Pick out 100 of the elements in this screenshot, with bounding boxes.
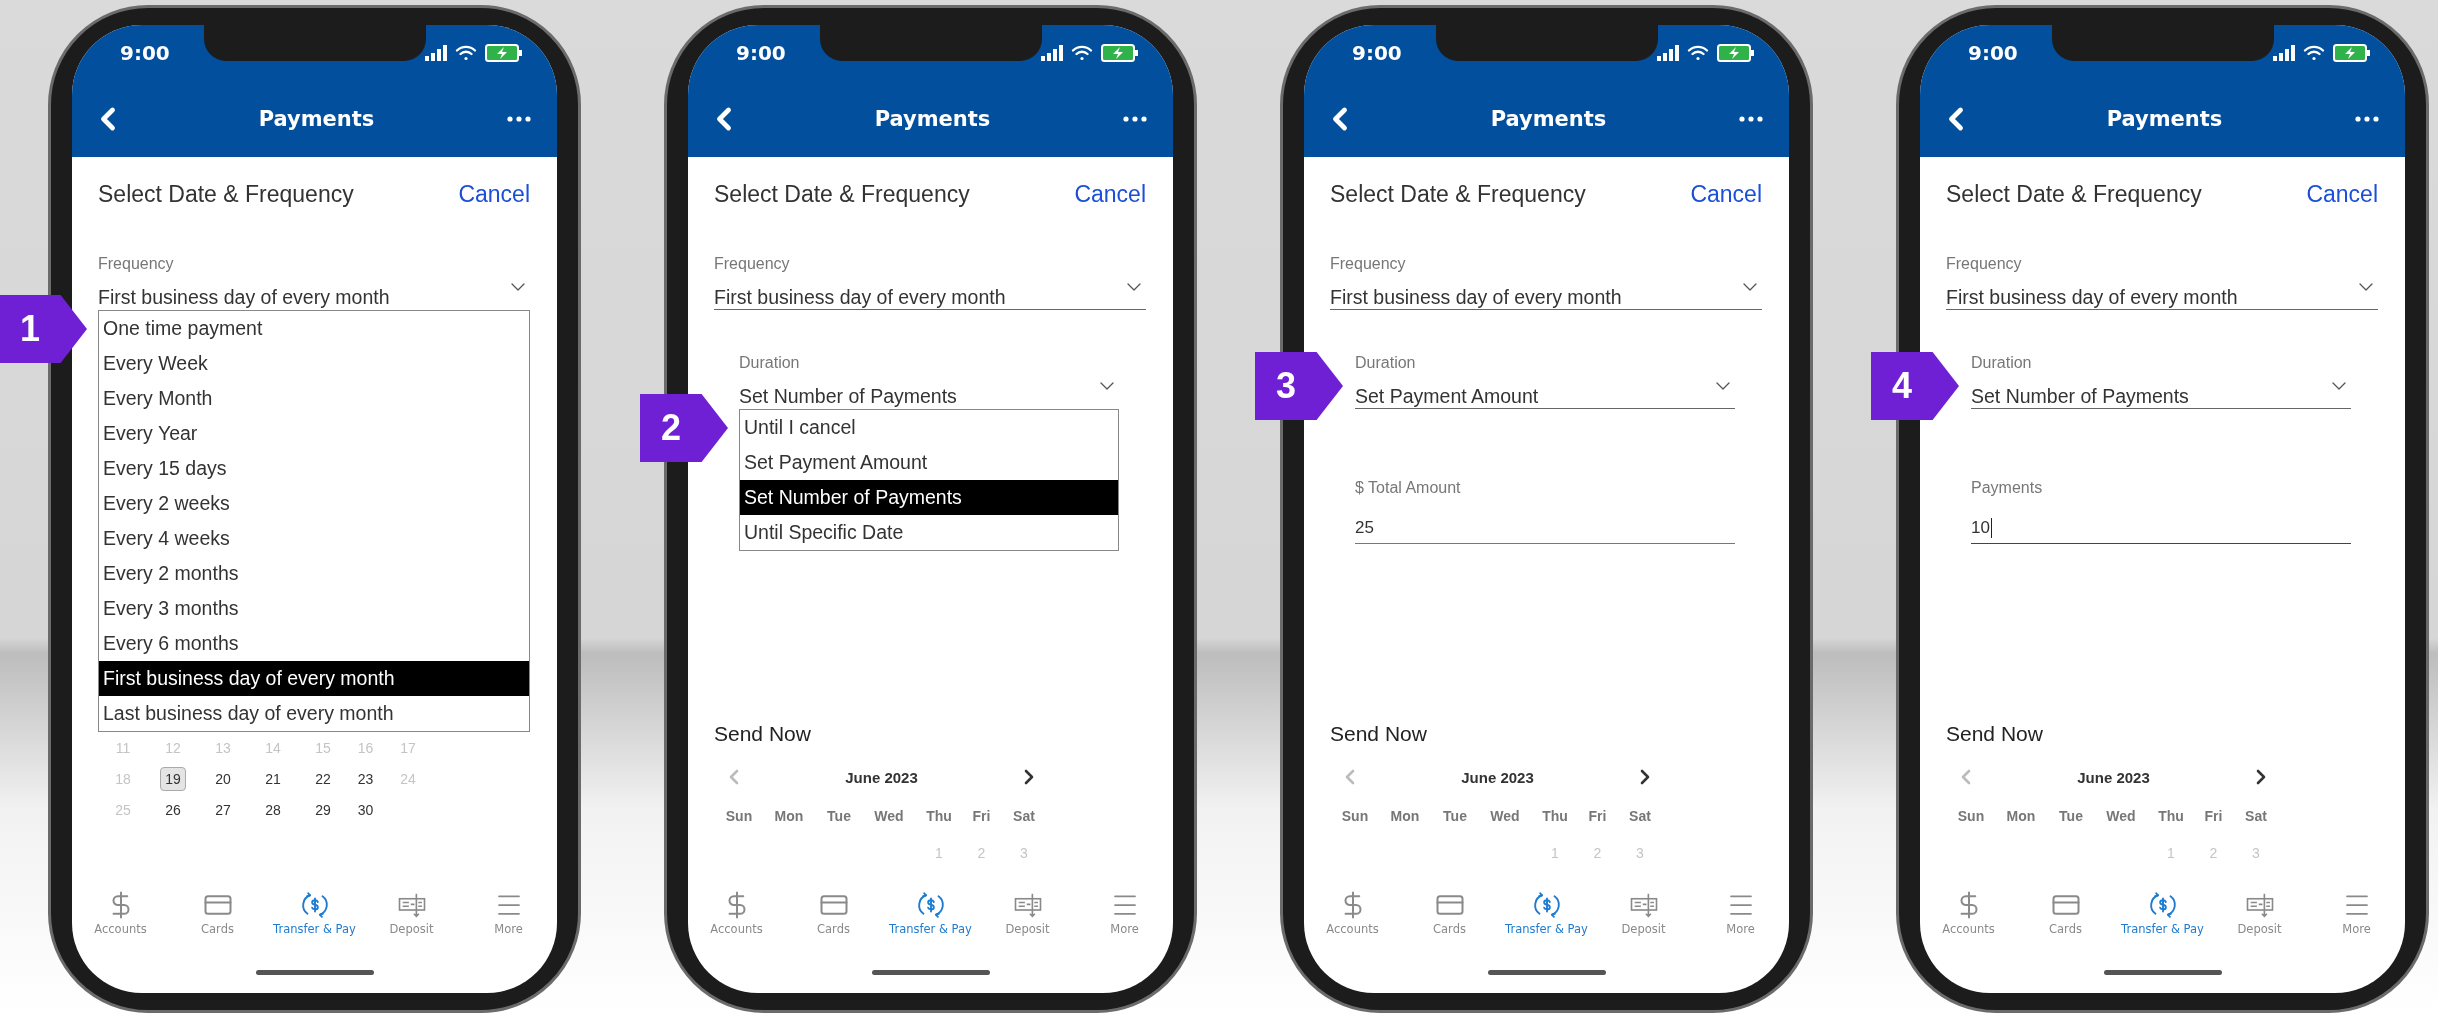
tab-bar-item[interactable]: Cards xyxy=(2017,890,2114,940)
tab-bar-item[interactable]: Accounts xyxy=(688,890,785,940)
tab-bar-item[interactable]: Deposit xyxy=(363,890,460,940)
status-time: 9:00 xyxy=(120,40,170,65)
calendar-day: 3 xyxy=(2247,841,2265,865)
tab-bar-item[interactable]: Deposit xyxy=(979,890,1076,940)
calendar-day[interactable]: 29 xyxy=(310,797,336,822)
calendar-day: 1 xyxy=(930,841,948,865)
weekday-label: Thu xyxy=(926,808,952,824)
more-options-button[interactable] xyxy=(1739,115,1763,122)
field-label: Frequency xyxy=(714,255,791,273)
cancel-link[interactable]: Cancel xyxy=(1074,180,1146,208)
month-title: June 2023 xyxy=(845,768,918,786)
tab-bar-item[interactable]: Cards xyxy=(1401,890,1498,940)
tab-bar-item[interactable]: Cards xyxy=(785,890,882,940)
weekday-label: Thu xyxy=(1542,808,1568,824)
field-label: Duration xyxy=(1355,354,1417,372)
calendar-day[interactable]: 23 xyxy=(352,766,379,791)
cancel-link[interactable]: Cancel xyxy=(458,180,530,208)
weekday-label: Sat xyxy=(1629,808,1651,824)
weekday-label: Tue xyxy=(827,808,851,824)
cancel-link[interactable]: Cancel xyxy=(1690,180,1762,208)
weekday-label: Fri xyxy=(2204,808,2223,824)
screen-title: Payments xyxy=(257,106,376,131)
field-label: Frequency xyxy=(1946,255,2023,273)
calendar-day: 2 xyxy=(2204,841,2223,865)
transfer-money-icon xyxy=(2147,890,2178,920)
signal-icon xyxy=(2273,44,2295,61)
more-options-button[interactable] xyxy=(2355,115,2379,122)
tab-bar-item[interactable]: More xyxy=(460,890,557,940)
calendar-day: 18 xyxy=(110,766,136,791)
tab-bar-item[interactable]: More xyxy=(1076,890,1173,940)
tab-bar-item[interactable]: Accounts xyxy=(1304,890,1401,940)
dropdown-option[interactable]: First business day of every month xyxy=(99,661,529,696)
tab-bar-item[interactable]: Accounts xyxy=(1920,890,2017,940)
field-label: Duration xyxy=(1971,354,2033,372)
calendar-day: 2 xyxy=(972,841,991,865)
step-badge: 2 xyxy=(640,394,728,462)
tab-bar-item[interactable]: Transfer & Pay xyxy=(1498,890,1595,940)
select-field[interactable]: Set Number of Payments xyxy=(739,384,1119,409)
cancel-link[interactable]: Cancel xyxy=(2306,180,2378,208)
step-badge: 3 xyxy=(1255,352,1343,420)
calendar-day[interactable]: 21 xyxy=(260,766,286,791)
tab-bar-item[interactable]: Deposit xyxy=(1595,890,1692,940)
tab-bar-item[interactable]: Transfer & Pay xyxy=(882,890,979,940)
more-options-button[interactable] xyxy=(1123,115,1147,122)
more-options-button[interactable] xyxy=(507,115,531,122)
weekday-label: Mon xyxy=(1390,808,1420,824)
select-field[interactable]: First business day of every month xyxy=(1946,285,2378,310)
tab-bar-item[interactable]: Transfer & Pay xyxy=(2114,890,2211,940)
weekday-label: Mon xyxy=(774,808,804,824)
tab-bar-item[interactable]: Accounts xyxy=(72,890,169,940)
field-label: $ Total Amount xyxy=(1355,479,1462,497)
calendar-day[interactable]: 27 xyxy=(210,797,236,822)
input-field[interactable]: 10 xyxy=(1971,513,2351,544)
text-cursor xyxy=(1990,518,1993,538)
field-label: Duration xyxy=(739,354,801,372)
calendar-day: 12 xyxy=(160,735,186,760)
sheet-title: Select Date & Frequency xyxy=(1946,180,2202,208)
calendar-day: 14 xyxy=(260,735,286,760)
select-field[interactable]: Set Payment Amount xyxy=(1355,384,1735,409)
dropdown-option[interactable]: Set Number of Payments xyxy=(740,480,1118,515)
calendar-day[interactable]: 20 xyxy=(210,766,236,791)
input-field[interactable]: 25 xyxy=(1355,513,1735,544)
calendar-day[interactable]: 28 xyxy=(260,797,286,822)
tab-bar-item[interactable]: More xyxy=(2308,890,2405,940)
calendar-day: 3 xyxy=(1631,841,1649,865)
weekday-label: Tue xyxy=(2059,808,2083,824)
select-field[interactable]: First business day of every month xyxy=(98,285,530,310)
calendar-day[interactable]: 30 xyxy=(352,797,379,822)
weekday-label: Mon xyxy=(2006,808,2036,824)
screen-title: Payments xyxy=(2105,106,2224,131)
calendar-day[interactable]: 19 xyxy=(160,766,186,791)
select-field[interactable]: First business day of every month xyxy=(714,285,1146,310)
tab-bar-item[interactable]: Transfer & Pay xyxy=(266,890,363,940)
ellipsis-icon xyxy=(1123,115,1147,122)
select-field[interactable]: Set Number of Payments xyxy=(1971,384,2351,409)
tab-bar-item[interactable]: Deposit xyxy=(2211,890,2308,940)
transfer-money-icon xyxy=(915,890,946,920)
weekday-label: Fri xyxy=(972,808,991,824)
month-title: June 2023 xyxy=(1461,768,1534,786)
select-field[interactable]: First business day of every month xyxy=(1330,285,1762,310)
calendar-day[interactable]: 26 xyxy=(160,797,186,822)
calendar-day: 2 xyxy=(1588,841,1607,865)
field-label: Payments xyxy=(1971,479,2044,497)
weekday-label: Sun xyxy=(725,808,753,824)
weekday-label: Tue xyxy=(1443,808,1467,824)
battery-icon xyxy=(485,43,523,62)
tab-bar-item[interactable]: More xyxy=(1692,890,1789,940)
tab-bar-item[interactable]: Cards xyxy=(169,890,266,940)
signal-icon xyxy=(1657,44,1679,61)
step-badge: 1 xyxy=(0,295,87,363)
battery-icon xyxy=(1717,43,1755,62)
calendar-day: 1 xyxy=(1546,841,1564,865)
signal-icon xyxy=(1041,44,1063,61)
section-title: Send Now xyxy=(1946,721,2044,747)
calendar-day[interactable]: 22 xyxy=(310,766,336,791)
section-title: Send Now xyxy=(1330,721,1428,747)
weekday-label: Wed xyxy=(2106,808,2136,824)
status-time: 9:00 xyxy=(1352,40,1402,65)
